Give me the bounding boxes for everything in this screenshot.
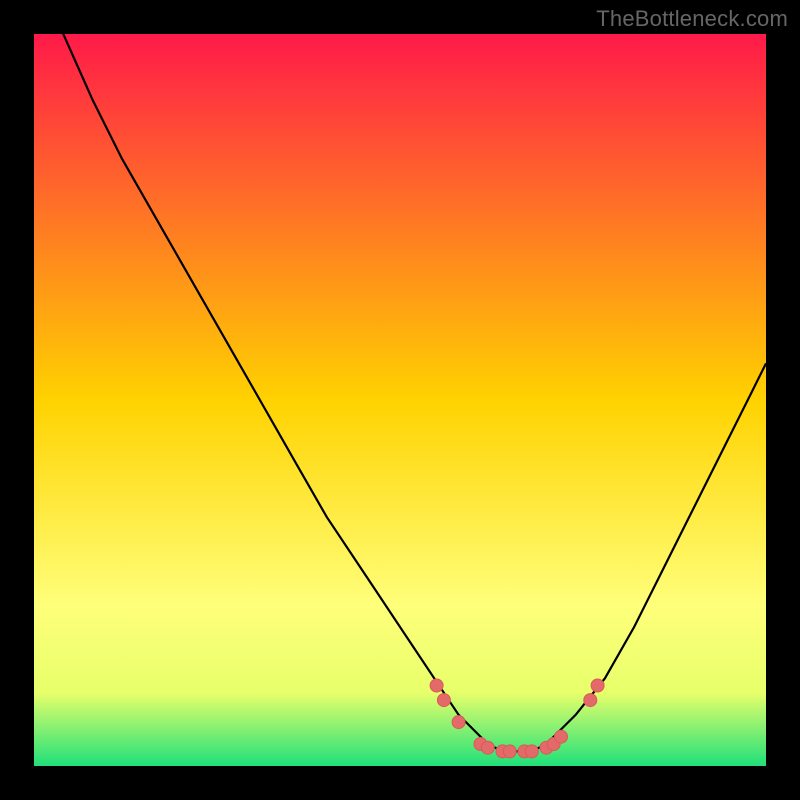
curve-marker: [452, 716, 465, 729]
curve-marker: [430, 679, 443, 692]
curve-marker: [555, 730, 568, 743]
curve-marker: [481, 741, 494, 754]
curve-marker: [591, 679, 604, 692]
curve-marker: [584, 694, 597, 707]
gradient-background: [34, 34, 766, 766]
bottleneck-chart: [34, 34, 766, 766]
curve-marker: [437, 694, 450, 707]
plot-area: [34, 34, 766, 766]
curve-marker: [525, 745, 538, 758]
chart-frame: TheBottleneck.com: [0, 0, 800, 800]
curve-marker: [503, 745, 516, 758]
watermark-text: TheBottleneck.com: [596, 6, 788, 32]
